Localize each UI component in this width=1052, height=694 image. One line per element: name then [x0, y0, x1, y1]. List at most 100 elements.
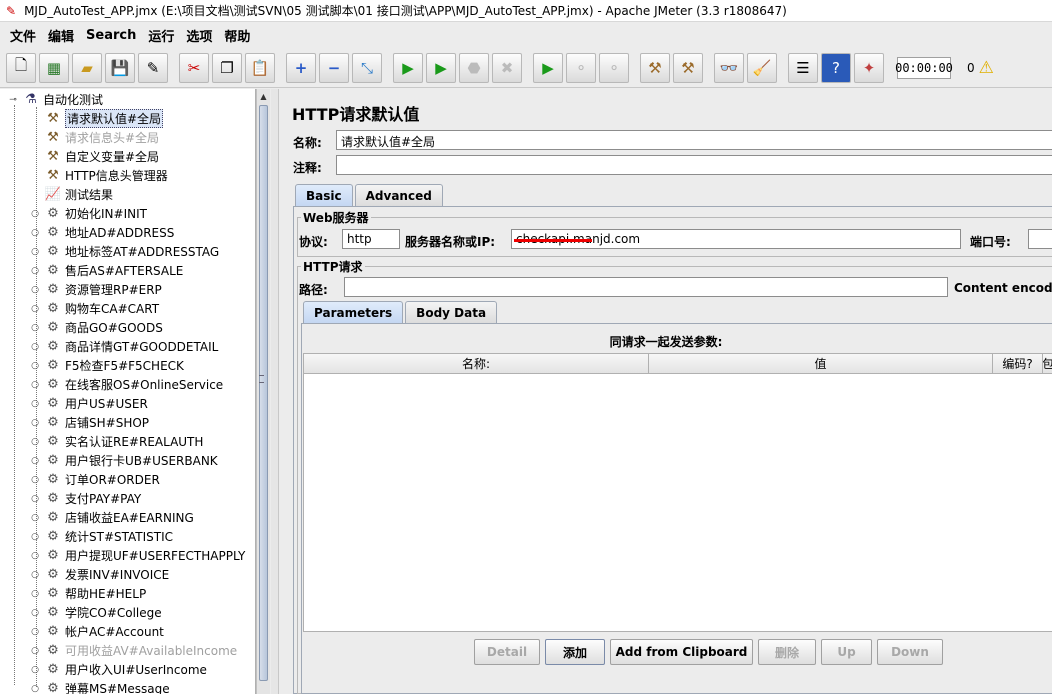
tab-advanced[interactable]: Advanced — [354, 184, 443, 206]
expand-toggle-icon[interactable]: ○ — [30, 437, 40, 447]
expand-toggle-icon[interactable]: ○ — [30, 342, 40, 352]
scroll-thumb[interactable] — [259, 105, 268, 681]
column-header-name[interactable]: 名称: — [304, 354, 649, 374]
tree-item[interactable]: ○ ⚙ 用户银行卡UB#USERBANK — [30, 451, 218, 470]
expand-toggle-icon[interactable]: ○ — [30, 627, 40, 637]
tree-item[interactable]: ○ ⚙ 用户US#USER — [30, 394, 148, 413]
column-header-value[interactable]: 值 — [649, 354, 993, 374]
expand-toggle-icon[interactable]: ○ — [30, 532, 40, 542]
expand-toggle-icon[interactable]: ○ — [30, 323, 40, 333]
detail-button[interactable]: Detail — [474, 639, 540, 665]
tree-item[interactable]: ○ ⚙ 可用收益AV#AvailableIncome — [30, 641, 237, 660]
reset-search-icon[interactable]: 🧹 — [747, 52, 777, 83]
expand-toggle-icon[interactable]: ○ — [30, 304, 40, 314]
tree-item[interactable]: 📈 测试结果 — [30, 185, 113, 204]
menu-search[interactable]: Search — [80, 28, 142, 43]
tree-item[interactable]: ○ ⚙ 地址标签AT#ADDRESSTAG — [30, 242, 219, 261]
copy-icon[interactable]: ❐ — [212, 52, 242, 83]
tree-item[interactable]: ○ ⚙ 店铺SH#SHOP — [30, 413, 149, 432]
menu-help[interactable]: 帮助 — [218, 26, 256, 45]
help-icon[interactable]: ? — [821, 52, 851, 83]
split-pane-divider[interactable] — [271, 89, 279, 694]
expand-toggle-icon[interactable]: ○ — [30, 475, 40, 485]
function-helper-icon[interactable]: ☰ — [788, 52, 818, 83]
tree-item[interactable]: ○ ⚙ 在线客服OS#OnlineService — [30, 375, 223, 394]
tree-item[interactable]: ○ ⚙ 弹幕MS#Message — [30, 679, 170, 694]
tree-item[interactable]: ○ ⚙ 发票INV#INVOICE — [30, 565, 169, 584]
scroll-up-icon[interactable]: ▲ — [257, 89, 270, 103]
tree-item[interactable]: ○ ⚙ F5检查F5#F5CHECK — [30, 356, 184, 375]
expand-icon[interactable]: + — [286, 52, 316, 83]
tree-item[interactable]: ○ ⚙ 学院CO#College — [30, 603, 162, 622]
clear-icon[interactable]: ⚒ — [640, 52, 670, 83]
log-viewer-icon[interactable]: ✦ — [854, 52, 884, 83]
path-field[interactable] — [344, 277, 948, 297]
tab-basic[interactable]: Basic — [295, 184, 353, 206]
cut-icon[interactable]: ✂ — [179, 52, 209, 83]
tree-item[interactable]: ○ ⚙ 帮助HE#HELP — [30, 584, 146, 603]
expand-toggle-icon[interactable]: ○ — [30, 266, 40, 276]
tree-item[interactable]: ○ ⚙ 地址AD#ADDRESS — [30, 223, 174, 242]
expand-toggle-icon[interactable]: ○ — [30, 665, 40, 675]
up-button[interactable]: Up — [821, 639, 872, 665]
comment-field[interactable] — [336, 155, 1052, 175]
menu-file[interactable]: 文件 — [4, 26, 42, 45]
expand-toggle-icon[interactable]: ○ — [30, 399, 40, 409]
clear-all-icon[interactable]: ⚒ — [673, 52, 703, 83]
delete-button[interactable]: 删除 — [758, 639, 816, 665]
expand-toggle-icon[interactable]: ○ — [30, 285, 40, 295]
tree-item[interactable]: ○ ⚙ 售后AS#AFTERSALE — [30, 261, 183, 280]
tree-item[interactable]: ○ ⚙ 实名认证RE#REALAUTH — [30, 432, 203, 451]
tree-item[interactable]: ⚒ 请求信息头#全局 — [30, 128, 159, 147]
paste-icon[interactable]: 📋 — [245, 52, 275, 83]
expand-toggle-icon[interactable]: ○ — [30, 209, 40, 219]
menu-run[interactable]: 运行 — [142, 26, 180, 45]
tree-item[interactable]: ○ ⚙ 商品GO#GOODS — [30, 318, 163, 337]
new-icon[interactable]: 🗋 — [6, 52, 36, 83]
collapse-icon[interactable]: − — [319, 52, 349, 83]
tree-item[interactable]: ○ ⚙ 商品详情GT#GOODDETAIL — [30, 337, 218, 356]
tree-item[interactable]: ⚒ HTTP信息头管理器 — [30, 166, 168, 185]
expand-toggle-icon[interactable]: ○ — [30, 684, 40, 694]
warning-icon[interactable]: ⚠ — [979, 58, 994, 78]
remote-stop-icon[interactable]: ⚬ — [566, 52, 596, 83]
name-field[interactable]: 请求默认值#全局 — [336, 130, 1052, 150]
save-as-icon[interactable]: ✎ — [138, 52, 168, 83]
menu-edit[interactable]: 编辑 — [42, 26, 80, 45]
expand-toggle-icon[interactable]: ○ — [30, 570, 40, 580]
toggle-icon[interactable]: ⤡ — [352, 52, 382, 83]
tree-item[interactable]: ⚒ 自定义变量#全局 — [30, 147, 159, 166]
tree-item[interactable]: ○ ⚙ 订单OR#ORDER — [30, 470, 160, 489]
expand-toggle-icon[interactable]: ○ — [30, 361, 40, 371]
expand-toggle-icon[interactable]: ○ — [30, 380, 40, 390]
protocol-field[interactable]: http — [342, 229, 400, 249]
expand-toggle-icon[interactable]: ○ — [30, 589, 40, 599]
expand-toggle-icon[interactable]: ○ — [30, 418, 40, 428]
expand-toggle-icon[interactable]: ⊸ — [8, 95, 18, 105]
tab-parameters[interactable]: Parameters — [303, 301, 404, 323]
save-icon[interactable]: 💾 — [105, 52, 135, 83]
shutdown-icon[interactable]: ✖ — [492, 52, 522, 83]
tree-item[interactable]: ⚒ 请求默认值#全局 — [30, 109, 164, 128]
expand-toggle-icon[interactable]: ○ — [30, 608, 40, 618]
search-icon[interactable]: 👓 — [714, 52, 744, 83]
params-table[interactable]: 名称: 值 编码? 包 — [303, 353, 1052, 632]
column-header-encode[interactable]: 编码? — [993, 354, 1043, 374]
tree-scrollbar[interactable]: ▲ — [256, 89, 270, 694]
down-button[interactable]: Down — [877, 639, 943, 665]
tree-item[interactable]: ○ ⚙ 统计ST#STATISTIC — [30, 527, 173, 546]
expand-toggle-icon[interactable]: ○ — [30, 247, 40, 257]
port-field[interactable] — [1028, 229, 1052, 249]
tree-item[interactable]: ○ ⚙ 用户提现UF#USERFECTHAPPLY — [30, 546, 245, 565]
stop-icon[interactable]: ⬣ — [459, 52, 489, 83]
expand-toggle-icon[interactable]: ○ — [30, 513, 40, 523]
menu-options[interactable]: 选项 — [180, 26, 218, 45]
start-icon[interactable]: ▶ — [393, 52, 423, 83]
remote-shutdown-icon[interactable]: ⚬ — [599, 52, 629, 83]
tree-item[interactable]: ○ ⚙ 用户收入UI#UserIncome — [30, 660, 207, 679]
tree-item[interactable]: ○ ⚙ 帐户AC#Account — [30, 622, 164, 641]
tree-item[interactable]: ○ ⚙ 购物车CA#CART — [30, 299, 159, 318]
expand-toggle-icon[interactable]: ○ — [30, 551, 40, 561]
tree-item[interactable]: ○ ⚙ 支付PAY#PAY — [30, 489, 141, 508]
tree-item[interactable]: ○ ⚙ 资源管理RP#ERP — [30, 280, 162, 299]
